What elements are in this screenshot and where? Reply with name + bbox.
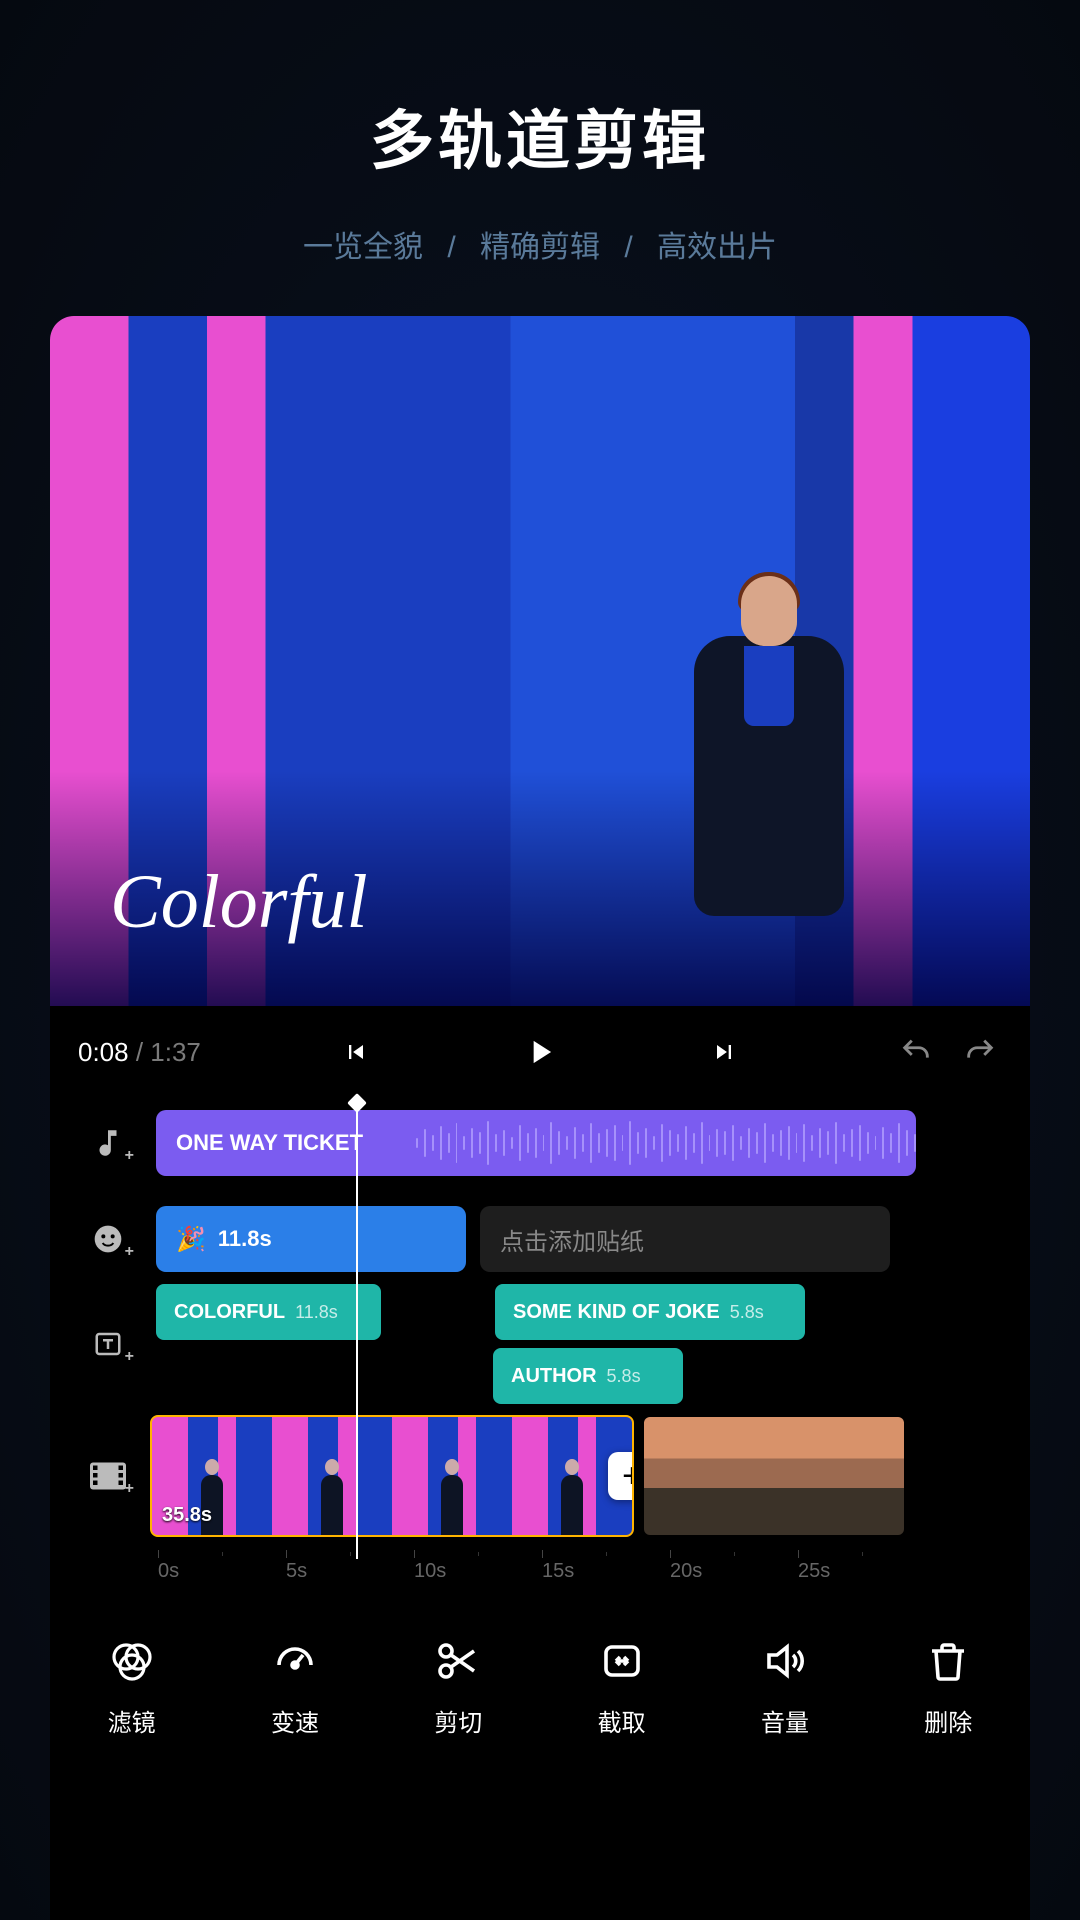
plus-icon: +: [125, 1243, 134, 1261]
sticker-clip[interactable]: 🎉 11.8s: [156, 1206, 466, 1272]
video-preview[interactable]: Colorful: [50, 316, 1030, 1006]
subtitle-c: 高效出片: [649, 231, 785, 264]
timeline-tracks: + ONE WAY TICKET + 🎉 11.8s 点击添加贴纸: [50, 1098, 1030, 1605]
preview-figure: [684, 576, 854, 1006]
redo-icon: [960, 1035, 1000, 1069]
time-current: 0:08: [78, 1037, 129, 1067]
video-clip-2[interactable]: [644, 1417, 904, 1535]
undo-icon: [896, 1035, 936, 1069]
bottom-toolbar: 滤镜 变速 剪切 截取 音量 删除: [50, 1605, 1030, 1772]
cut-button[interactable]: 剪切: [393, 1633, 523, 1738]
add-video-button[interactable]: +: [78, 1450, 138, 1502]
add-music-button[interactable]: +: [78, 1117, 138, 1169]
ruler-tick: 10s: [414, 1560, 542, 1583]
plus-icon: +: [125, 1348, 134, 1366]
crop-icon: [594, 1633, 650, 1689]
volume-icon: [757, 1633, 813, 1689]
text-clip-duration: 5.8s: [730, 1302, 764, 1323]
ruler-tick: 5s: [286, 1560, 414, 1583]
music-note-icon: [91, 1126, 125, 1160]
undo-button[interactable]: [894, 1030, 938, 1074]
play-icon: [521, 1033, 559, 1071]
subtitle-a: 一览全貌: [295, 231, 431, 264]
speed-button[interactable]: 变速: [230, 1633, 360, 1738]
text-clip-joke[interactable]: SOME KIND OF JOKE 5.8s: [495, 1284, 805, 1340]
filter-icon: [104, 1633, 160, 1689]
music-clip-label: ONE WAY TICKET: [176, 1130, 363, 1156]
preview-overlay-text: Colorful: [110, 859, 368, 946]
crop-button[interactable]: 截取: [557, 1633, 687, 1738]
ruler-tick: 0s: [158, 1560, 286, 1583]
timecode: 0:08 / 1:37: [78, 1037, 201, 1068]
tool-label: 变速: [271, 1703, 319, 1738]
music-track: + ONE WAY TICKET: [50, 1104, 1030, 1182]
text-clip-duration: 5.8s: [607, 1366, 641, 1387]
add-text-button[interactable]: +: [78, 1318, 138, 1370]
tool-label: 剪切: [434, 1703, 482, 1738]
scissors-icon: [430, 1633, 486, 1689]
tool-label: 滤镜: [108, 1703, 156, 1738]
sticker-duration: 11.8s: [218, 1226, 272, 1252]
waveform-icon: [416, 1110, 916, 1176]
editor-frame: Colorful 0:08 / 1:37: [50, 316, 1030, 1920]
time-ruler[interactable]: 0s 5s 10s 15s 20s 25s: [158, 1560, 1030, 1595]
transport-bar: 0:08 / 1:37: [50, 1006, 1030, 1098]
text-track: + COLORFUL 11.8s SOME KIND OF JOKE 5.8s: [50, 1296, 1030, 1392]
time-total: 1:37: [150, 1037, 201, 1067]
text-clip-colorful[interactable]: COLORFUL 11.8s: [156, 1284, 381, 1340]
speed-icon: [267, 1633, 323, 1689]
text-clip-author[interactable]: AUTHOR 5.8s: [493, 1348, 683, 1404]
text-clip-label: SOME KIND OF JOKE: [513, 1301, 720, 1324]
video-track: + + 35.8s +: [50, 1410, 1030, 1542]
subtitle-sep2: /: [616, 231, 640, 264]
skip-next-icon: [710, 1038, 738, 1066]
play-button[interactable]: [518, 1030, 562, 1074]
plus-icon: +: [125, 1147, 134, 1165]
text-clip-label: AUTHOR: [511, 1365, 597, 1388]
skip-previous-icon: [342, 1038, 370, 1066]
plus-icon: +: [125, 1480, 134, 1498]
delete-button[interactable]: 删除: [883, 1633, 1013, 1738]
video-clip-duration: 35.8s: [162, 1504, 212, 1527]
add-sticker-hint[interactable]: 点击添加贴纸: [480, 1206, 890, 1272]
tool-label: 截取: [598, 1703, 646, 1738]
ruler-tick: 20s: [670, 1560, 798, 1583]
add-clip-after-button[interactable]: +: [608, 1452, 632, 1500]
text-icon: [93, 1329, 123, 1359]
marketing-header: 多轨道剪辑: [0, 0, 1080, 222]
video-clip-1[interactable]: + 35.8s +: [152, 1417, 632, 1535]
text-clip-label: COLORFUL: [174, 1301, 285, 1324]
subtitle: 一览全貌 / 精确剪辑 / 高效出片: [0, 222, 1080, 266]
ruler-tick: 25s: [798, 1560, 926, 1583]
sticker-track: + 🎉 11.8s 点击添加贴纸: [50, 1200, 1030, 1278]
trash-icon: [920, 1633, 976, 1689]
sticker-emoji: 🎉: [176, 1225, 206, 1254]
subtitle-sep1: /: [439, 231, 463, 264]
text-clip-duration: 11.8s: [295, 1302, 338, 1323]
volume-button[interactable]: 音量: [720, 1633, 850, 1738]
filmstrip-icon: [90, 1462, 126, 1490]
page-title: 多轨道剪辑: [0, 90, 1080, 182]
add-sticker-button[interactable]: +: [78, 1213, 138, 1265]
redo-button[interactable]: [958, 1030, 1002, 1074]
tool-label: 删除: [924, 1703, 972, 1738]
tool-label: 音量: [761, 1703, 809, 1738]
emoji-icon: [92, 1223, 124, 1255]
music-clip[interactable]: ONE WAY TICKET: [156, 1110, 916, 1176]
filter-button[interactable]: 滤镜: [67, 1633, 197, 1738]
subtitle-b: 精确剪辑: [472, 231, 608, 264]
next-button[interactable]: [702, 1030, 746, 1074]
previous-button[interactable]: [334, 1030, 378, 1074]
ruler-tick: 15s: [542, 1560, 670, 1583]
